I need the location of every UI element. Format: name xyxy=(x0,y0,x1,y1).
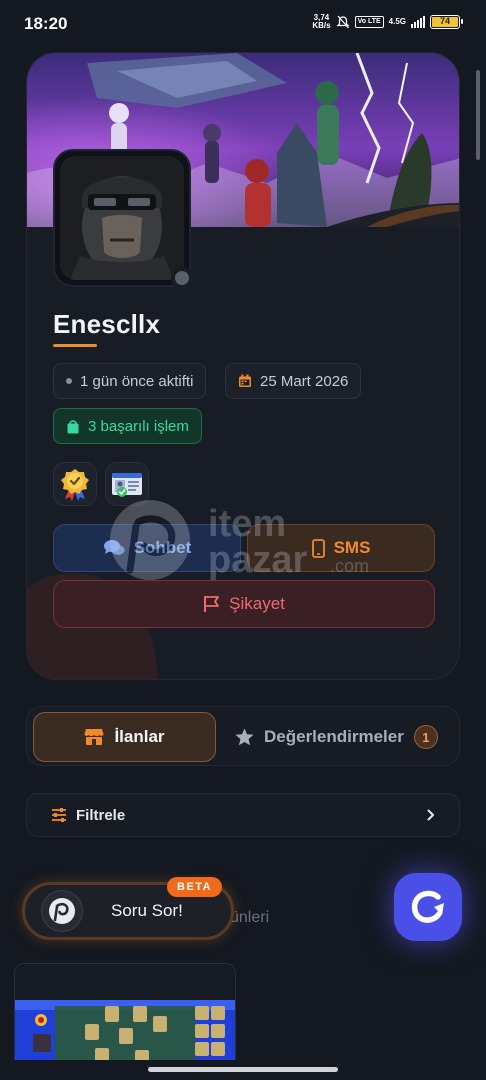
beta-badge: BETA xyxy=(167,877,223,897)
chat-button[interactable]: Sohbet xyxy=(53,524,241,572)
home-gesture-handle[interactable] xyxy=(148,1067,338,1072)
profile-card: Enescllx 1 gün önce aktifti 25 Mart 2026… xyxy=(26,52,460,680)
profile-avatar xyxy=(53,149,193,289)
report-button[interactable]: Şikayet xyxy=(53,580,435,628)
tab-listings[interactable]: İlanlar xyxy=(33,712,216,762)
profile-tabs: İlanlar Değerlendirmeler 1 xyxy=(26,706,460,766)
scrollbar-thumb[interactable] xyxy=(476,70,480,160)
filter-button[interactable]: Filtrele xyxy=(26,793,460,837)
id-verified-badge-icon[interactable] xyxy=(105,462,149,506)
status-icons: 3,74 KB/s Vo LTE 4.5G 74 xyxy=(312,13,463,30)
flag-icon xyxy=(204,596,220,612)
sliders-icon xyxy=(52,808,66,822)
refresh-chat-icon xyxy=(411,890,444,923)
activity-dot-icon xyxy=(66,378,72,384)
calendar-icon xyxy=(239,374,251,387)
mute-icon xyxy=(336,15,350,29)
shopping-bag-icon xyxy=(67,419,79,433)
mobile-phone-icon xyxy=(311,538,325,558)
sms-button[interactable]: SMS xyxy=(247,524,435,572)
system-navigation-bar xyxy=(0,1060,486,1080)
status-time: 18:20 xyxy=(24,14,68,33)
avatar-image xyxy=(60,156,184,280)
ask-question-button[interactable]: Soru Sor! BETA xyxy=(22,877,234,940)
section-title: ünleri xyxy=(230,909,270,926)
support-chat-fab[interactable] xyxy=(394,873,462,941)
network-speed: 3,74 KB/s xyxy=(312,13,331,30)
network-type: 4.5G xyxy=(388,17,406,26)
chevron-right-icon xyxy=(427,809,434,821)
signal-icon xyxy=(411,16,425,28)
ask-question-label: Soru Sor! xyxy=(111,901,183,920)
star-icon xyxy=(235,728,254,746)
volte-indicator: Vo LTE xyxy=(354,16,384,28)
transactions-chip: 3 başarılı işlem xyxy=(53,408,202,444)
store-icon xyxy=(84,729,104,745)
chat-bubbles-icon xyxy=(103,540,125,555)
profile-username: Enescllx xyxy=(53,309,161,339)
status-bar: 18:20 3,74 KB/s Vo LTE 4.5G 74 xyxy=(0,0,486,44)
join-date-chip: 25 Mart 2026 xyxy=(225,363,362,399)
tab-reviews[interactable]: Değerlendirmeler 1 xyxy=(235,712,455,762)
assistant-logo-icon xyxy=(41,890,83,932)
username-underline xyxy=(53,344,97,347)
offline-status-dot xyxy=(171,267,193,289)
verified-seller-badge-icon[interactable] xyxy=(53,462,97,506)
last-active-chip: 1 gün önce aktifti xyxy=(53,363,207,399)
reviews-count-badge: 1 xyxy=(413,725,438,749)
battery-icon: 74 xyxy=(430,15,463,29)
